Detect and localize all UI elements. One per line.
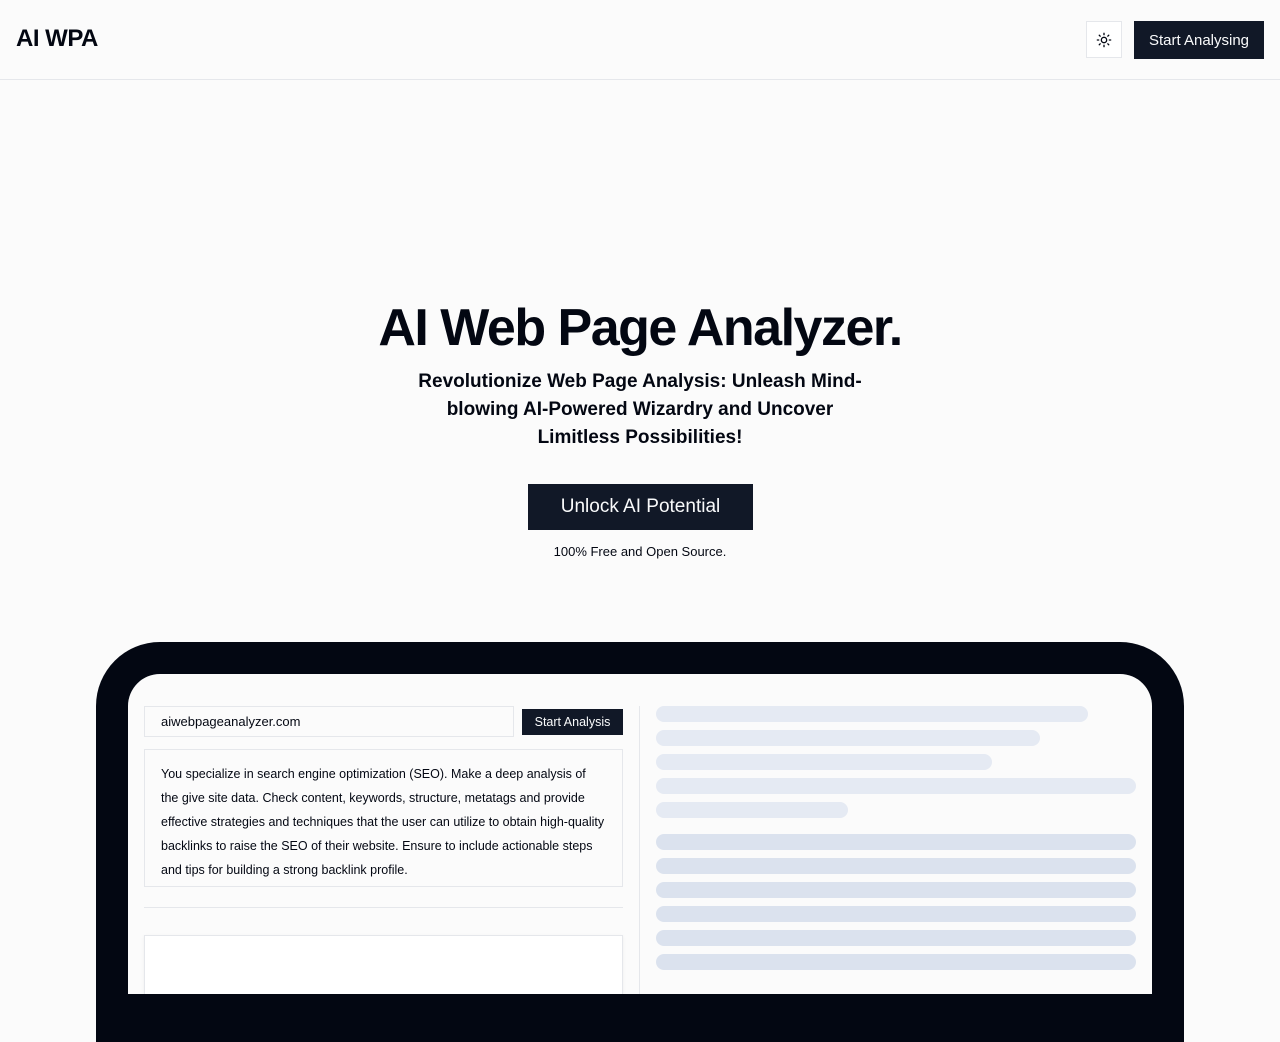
- skeleton-line: [656, 706, 1088, 722]
- start-analysis-button[interactable]: Start Analysis: [522, 709, 623, 735]
- sun-icon: [1096, 32, 1112, 47]
- free-open-source-note: 100% Free and Open Source.: [553, 544, 727, 559]
- skeleton-line: [656, 882, 1136, 898]
- skeleton-line: [656, 954, 1136, 970]
- device-screen: Start Analysis You specialize in search …: [128, 674, 1152, 994]
- theme-toggle-button[interactable]: [1086, 21, 1122, 58]
- skeleton-line: [656, 930, 1136, 946]
- skeleton-line: [656, 730, 1040, 746]
- result-card: [144, 935, 623, 994]
- skeleton-line: [656, 754, 992, 770]
- logo[interactable]: AI WPA: [16, 25, 98, 53]
- skeleton-line: [656, 906, 1136, 922]
- divider: [144, 907, 623, 908]
- vertical-divider: [639, 706, 640, 994]
- prompt-textarea[interactable]: You specialize in search engine optimiza…: [144, 749, 623, 887]
- start-analysing-button[interactable]: Start Analysing: [1134, 21, 1264, 59]
- skeleton-line: [656, 802, 848, 818]
- skeleton-line: [656, 778, 1136, 794]
- hero-subtitle: Revolutionize Web Page Analysis: Unleash…: [418, 371, 862, 448]
- url-input[interactable]: [144, 706, 514, 737]
- hero-title: AI Web Page Analyzer.: [378, 299, 903, 357]
- top-navigation: AI WPA Start Analysing: [0, 0, 1280, 80]
- skeleton-line: [656, 834, 1136, 850]
- skeleton-line: [656, 858, 1136, 874]
- unlock-ai-potential-button[interactable]: Unlock AI Potential: [528, 484, 753, 530]
